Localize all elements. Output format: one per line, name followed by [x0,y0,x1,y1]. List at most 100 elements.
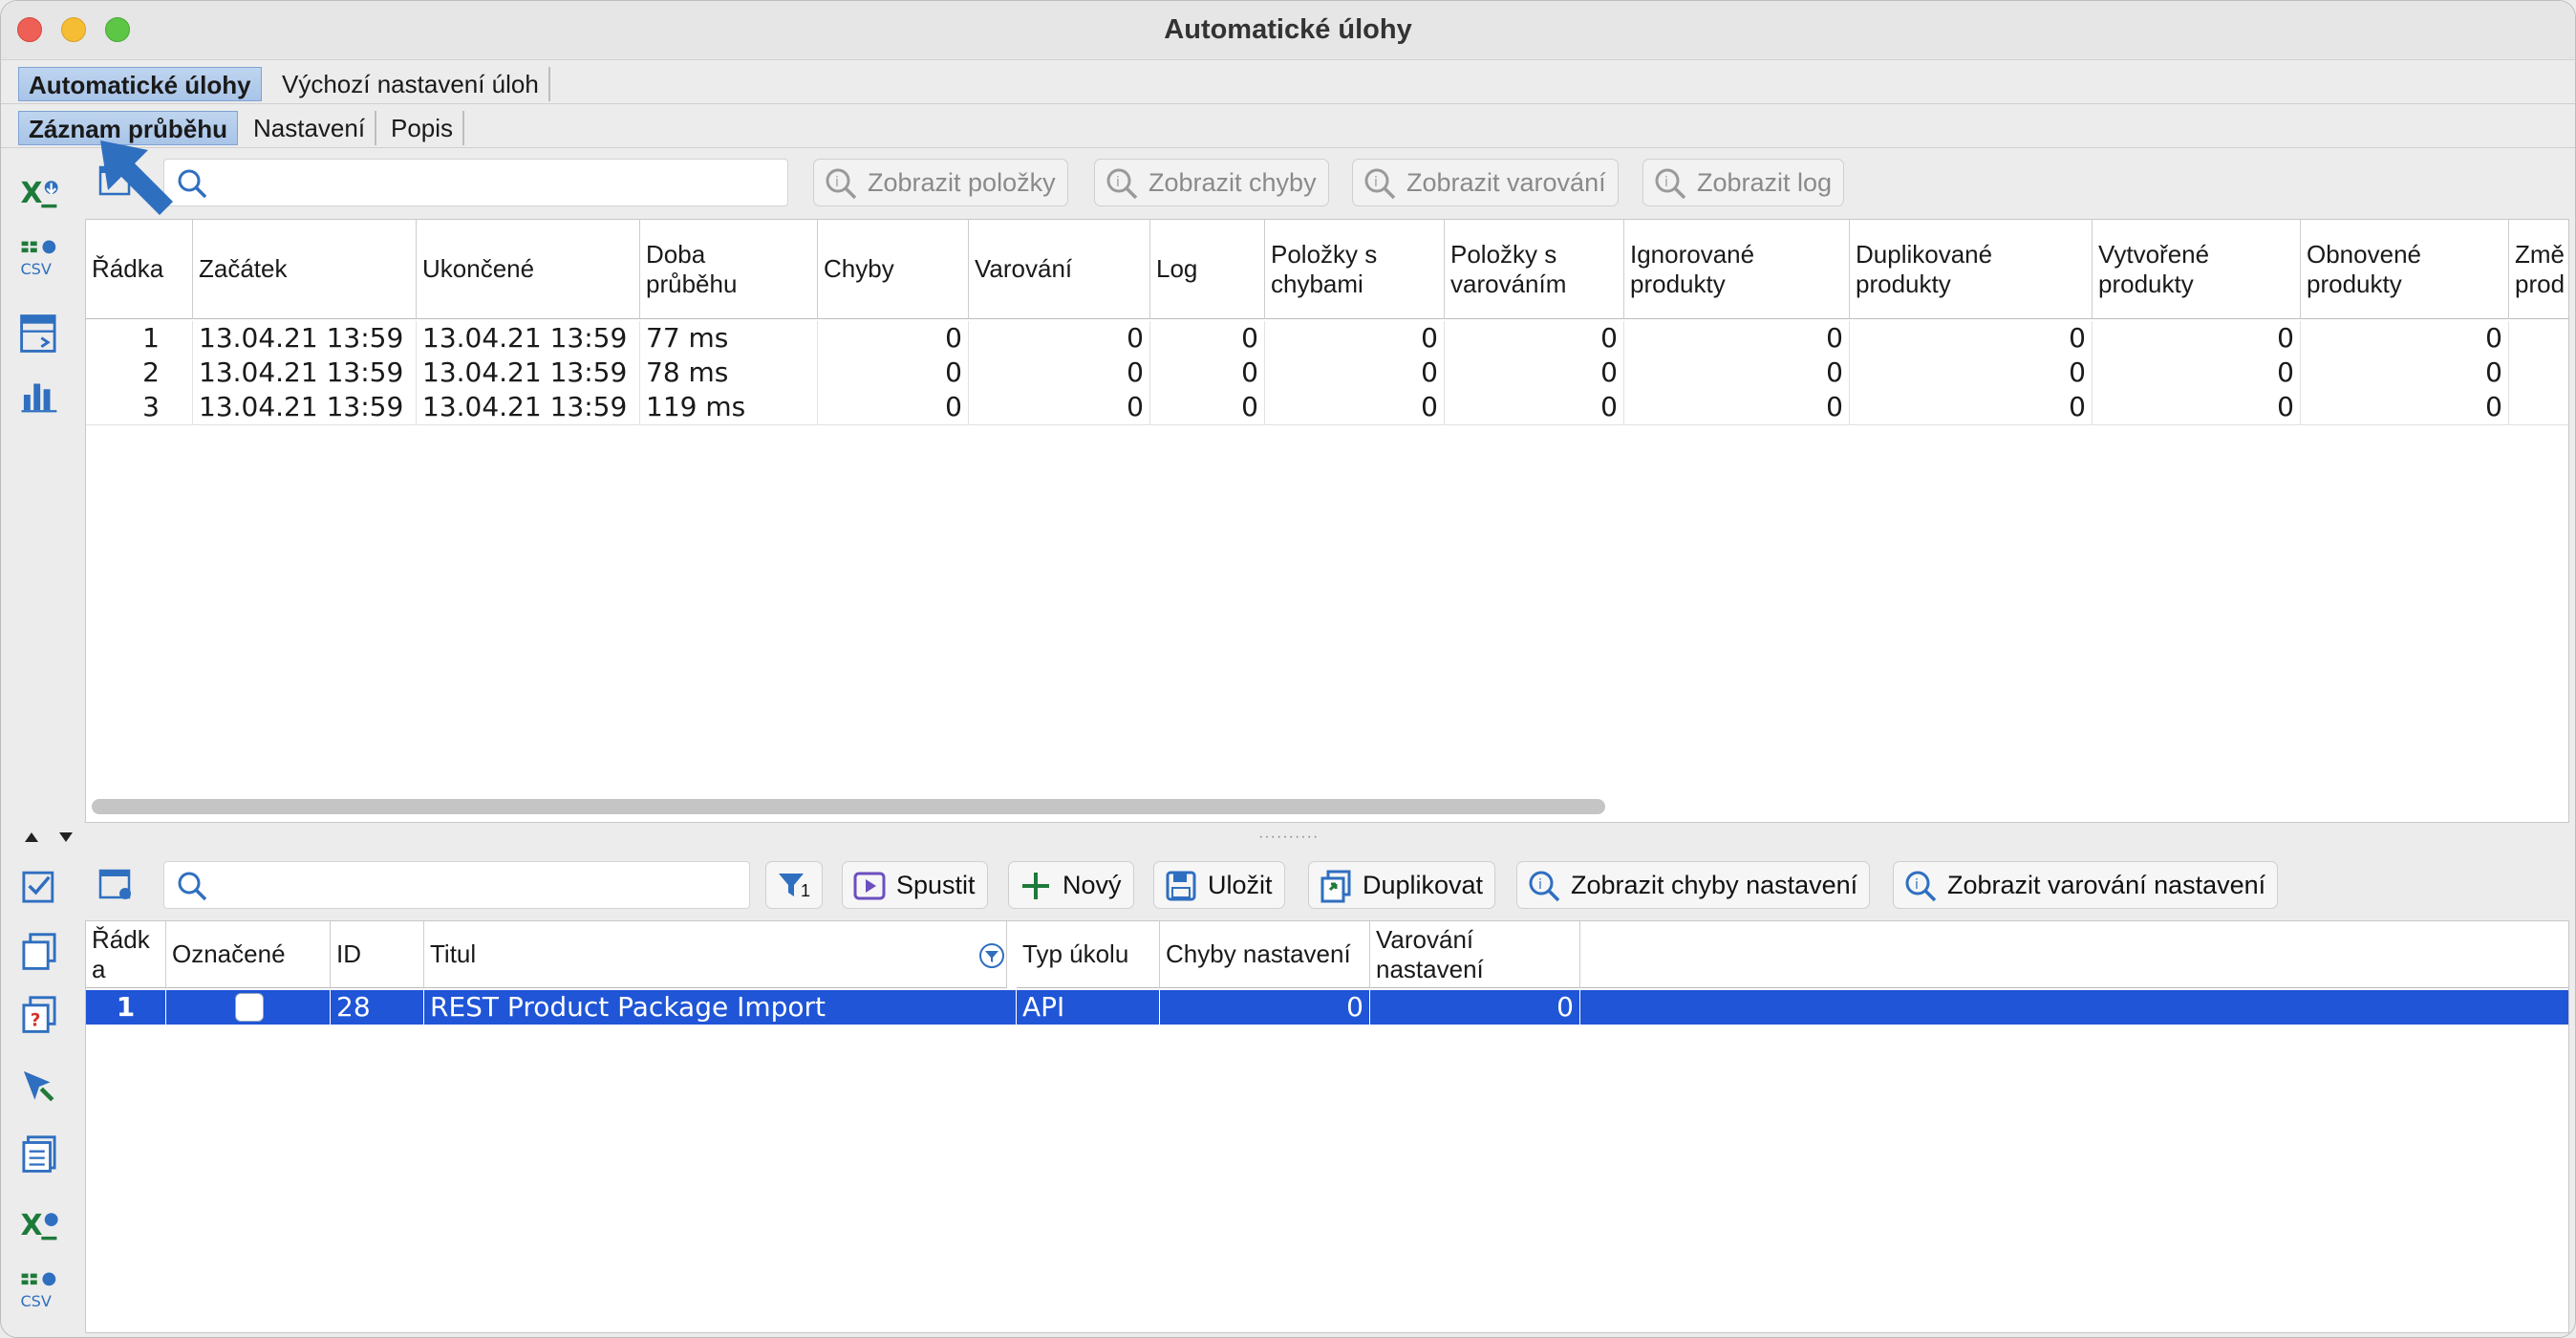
table-cell[interactable]: 0 [2301,321,2509,356]
column-header[interactable]: Změ prod [2509,220,2568,319]
export-excel-icon[interactable]: X [14,1201,64,1251]
table-cell[interactable]: 13.04.21 13:59 [417,390,640,424]
row-number[interactable]: 1 [86,990,166,1025]
horizontal-scrollbar[interactable] [92,799,1605,814]
column-header[interactable]: Položky s varováním [1445,220,1624,319]
export-excel-icon[interactable]: X [14,169,64,219]
table-cell[interactable]: 0 [818,356,969,390]
duplicate-button[interactable]: Duplikovat [1308,861,1496,909]
pointer-select-icon[interactable] [14,1062,64,1111]
show-errors-button[interactable]: i Zobrazit chyby [1094,159,1329,206]
column-header[interactable]: Vytvořené produkty [2093,220,2301,319]
column-header[interactable]: Začátek [193,220,417,319]
table-cell[interactable]: 0 [818,390,969,424]
table-cell[interactable]: 0 [1624,390,1850,424]
table-cell[interactable]: 78 ms [640,356,818,390]
table-cell[interactable]: 3 [86,390,193,424]
row-filler[interactable] [1580,990,2568,1025]
show-items-button[interactable]: i Zobrazit položky [813,159,1068,206]
export-csv-icon[interactable]: CSV [14,234,64,284]
column-header[interactable]: Řádk a [86,921,166,988]
show-log-button[interactable]: i Zobrazit log [1642,159,1845,206]
table-cell[interactable]: 0 [1445,390,1624,424]
save-button[interactable]: Uložit [1153,861,1285,909]
table-cell[interactable]: 0 [1150,356,1265,390]
table-cell[interactable]: 0 [1265,390,1445,424]
column-header[interactable]: Obnovené produkty [2301,220,2509,319]
table-cell[interactable]: 0 [1445,321,1624,356]
column-header[interactable]: Titul [424,921,1007,988]
column-header[interactable]: Typ úkolu [1017,921,1160,988]
table-layout-icon[interactable] [14,309,64,358]
column-filter-icon[interactable] [978,942,1005,969]
tab-default-task-settings[interactable]: Výchozí nastavení úloh [272,67,550,101]
table-cell[interactable]: 77 ms [640,321,818,356]
table-cell[interactable]: 0 [1150,390,1265,424]
column-settings-icon[interactable] [97,865,135,903]
row-type[interactable]: API [1017,990,1160,1025]
table-cell[interactable]: 0 [969,321,1150,356]
column-header[interactable]: Ignorované produkty [1624,220,1850,319]
tab-settings[interactable]: Nastavení [244,111,377,145]
table-cell[interactable]: 0 [1150,321,1265,356]
split-pane-divider[interactable]: ·········· [1,829,2575,846]
table-cell[interactable]: 0 [1265,321,1445,356]
document-list-icon[interactable] [14,1129,64,1178]
table-cell[interactable]: 13.04.21 13:59 [193,390,417,424]
column-header[interactable]: Chyby nastavení [1160,921,1370,988]
export-csv-icon[interactable]: CSV [14,1266,64,1316]
row-setting-errors[interactable]: 0 [1160,990,1370,1025]
column-header[interactable]: Položky s chybami [1265,220,1445,319]
table-cell[interactable]: 13.04.21 13:59 [417,321,640,356]
copy-icon[interactable] [14,926,64,976]
tab-automatic-tasks[interactable]: Automatické úlohy [18,67,262,101]
row-title[interactable]: REST Product Package Import [424,990,1017,1025]
table-cell[interactable]: 0 [1850,321,2093,356]
table-cell[interactable]: 2 [86,356,193,390]
column-header[interactable]: Varování nastavení [1370,921,1580,988]
table-cell[interactable]: 0 [1265,356,1445,390]
table-cell[interactable]: 0 [818,321,969,356]
show-warnings-button[interactable]: i Zobrazit varování [1352,159,1619,206]
log-search-input[interactable] [163,159,788,206]
filter-button[interactable]: 1 [765,861,823,909]
collapse-up-icon[interactable] [24,831,39,843]
show-setting-warnings-button[interactable]: i Zobrazit varování nastavení [1893,861,2279,909]
table-cell[interactable]: 119 ms [640,390,818,424]
table-cell[interactable]: 0 [2093,321,2301,356]
task-search-input[interactable] [163,861,750,909]
table-cell[interactable]: 0 [1850,390,2093,424]
table-cell[interactable]: 0 [969,390,1150,424]
column-header[interactable]: Označené [166,921,331,988]
table-cell[interactable]: 0 [1850,356,2093,390]
tab-description[interactable]: Popis [381,111,465,145]
bar-chart-icon[interactable] [14,370,64,420]
run-button[interactable]: Spustit [842,861,988,909]
row-id[interactable]: 28 [331,990,424,1025]
table-cell[interactable]: 0 [2301,390,2509,424]
table-cell[interactable]: 0 [2093,390,2301,424]
table-cell[interactable]: 13.04.21 13:59 [193,356,417,390]
table-cell[interactable]: 0 [1624,356,1850,390]
column-header[interactable]: Log [1150,220,1265,319]
table-cell[interactable]: 13.04.21 13:59 [417,356,640,390]
column-header[interactable]: Doba průběhu [640,220,818,319]
table-cell[interactable]: 0 [2301,356,2509,390]
row-checkbox[interactable] [235,993,264,1022]
column-header[interactable]: Ukončené [417,220,640,319]
splitter-grip[interactable]: ·········· [1258,829,1319,846]
check-all-icon[interactable] [14,861,64,911]
row-checkbox-cell[interactable] [166,990,331,1025]
column-header[interactable]: ID [331,921,424,988]
table-cell[interactable]: 0 [1624,321,1850,356]
table-cell[interactable]: 0 [969,356,1150,390]
table-cell[interactable]: 0 [2093,356,2301,390]
table-cell[interactable]: 13.04.21 13:59 [193,321,417,356]
table-cell[interactable]: 0 [1445,356,1624,390]
new-button[interactable]: Nový [1008,861,1134,909]
column-header[interactable]: Duplikované produkty [1850,220,2093,319]
table-cell[interactable]: 1 [86,321,193,356]
collapse-down-icon[interactable] [58,831,74,843]
column-header[interactable]: Chyby [818,220,969,319]
column-header[interactable]: Řádka [86,220,193,319]
